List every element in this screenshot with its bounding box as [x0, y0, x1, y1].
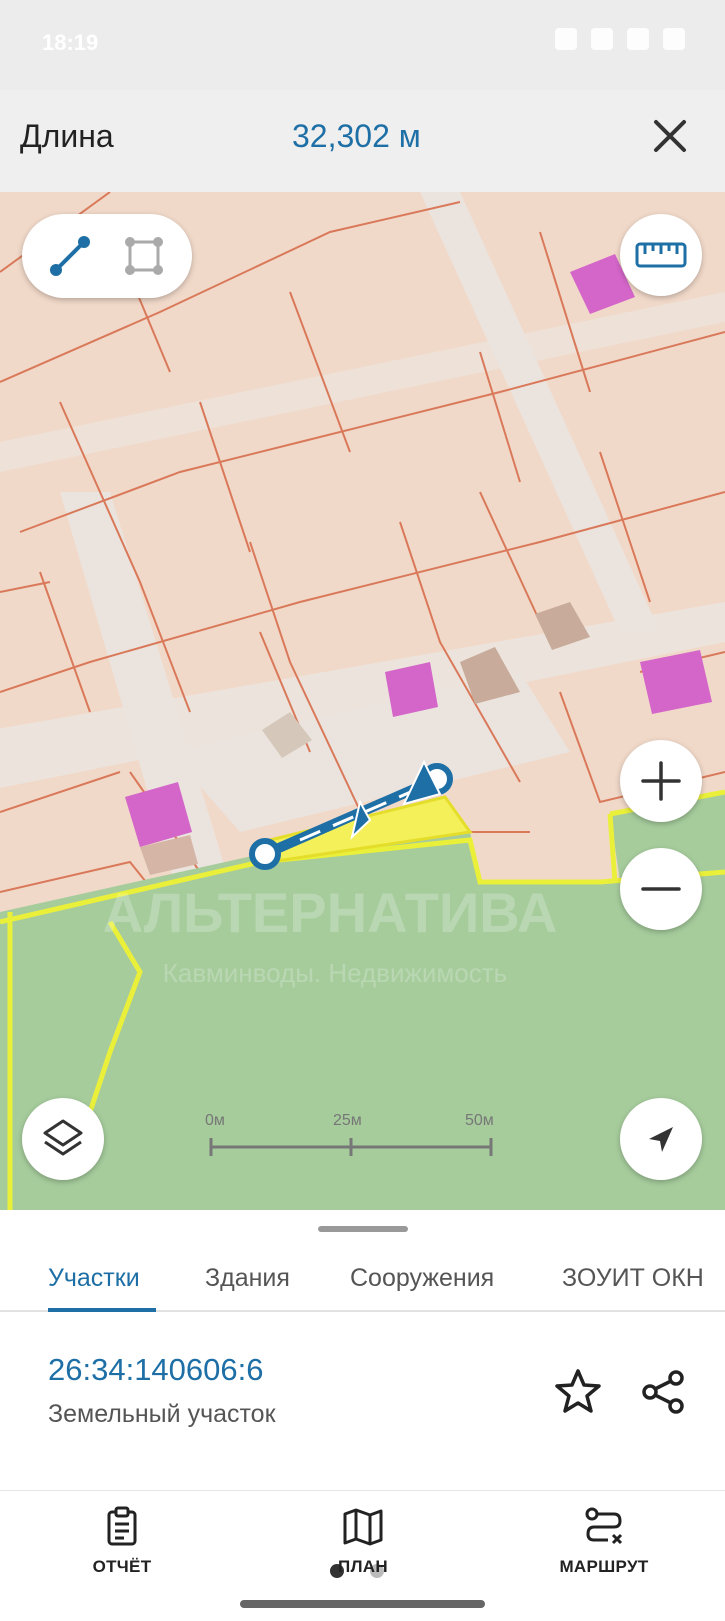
nav-plan[interactable]: ПЛАН: [283, 1505, 443, 1595]
scale-line: [209, 1138, 493, 1156]
sheet-drag-handle[interactable]: [318, 1226, 408, 1232]
alarm-icon: [555, 28, 577, 50]
scale-label-25: 25м: [333, 1112, 362, 1129]
measure-label: Длина: [20, 118, 114, 154]
measure-mode-toggle: [22, 214, 192, 298]
measure-bar: Длина 32,302 м: [0, 90, 725, 192]
signal-icon: [627, 28, 649, 50]
tab-buildings[interactable]: Здания: [205, 1264, 290, 1293]
nav-route-label: МАРШРУТ: [559, 1557, 649, 1576]
map-plan-icon: [343, 1508, 383, 1546]
tab-structures[interactable]: Сооружения: [350, 1264, 494, 1293]
layers-button[interactable]: [22, 1098, 104, 1180]
area-measure-icon: [125, 237, 163, 275]
nav-report[interactable]: ОТЧЁТ: [42, 1505, 202, 1595]
nav-plan-label: ПЛАН: [338, 1557, 388, 1576]
parcel-card[interactable]: 26:34:140606:6 Земельный участок: [0, 1314, 725, 1578]
route-icon: [585, 1507, 623, 1545]
parcel-number[interactable]: 26:34:140606:6: [48, 1352, 264, 1388]
watermark-title: АЛЬТЕРНАТИВА: [103, 881, 558, 944]
plus-icon: [641, 761, 681, 801]
status-icons: [555, 28, 685, 50]
line-mode-button[interactable]: [38, 224, 102, 288]
tab-zouit-okn[interactable]: ЗОУИТ ОКН: [562, 1264, 704, 1293]
navigation-arrow-icon: [649, 1127, 673, 1152]
nav-route[interactable]: МАРШРУТ: [524, 1505, 684, 1595]
status-time: 18:19: [42, 30, 99, 55]
watermark-subtitle: Кавминводы. Недвижимость: [163, 958, 507, 988]
close-button[interactable]: [648, 114, 692, 158]
measure-start-point[interactable]: [249, 838, 281, 870]
map-view[interactable]: АЛЬТЕРНАТИВА Кавминводы. Недвижимость 0м…: [0, 192, 725, 1210]
layers-icon: [43, 1119, 83, 1156]
scale-label-0: 0м: [205, 1112, 225, 1129]
zoom-in-button[interactable]: [620, 740, 702, 822]
star-icon: [555, 1369, 601, 1413]
cadastral-map: АЛЬТЕРНАТИВА Кавминводы. Недвижимость: [0, 192, 725, 1210]
bottom-navigation: ОТЧЁТ ПЛАН МАРШРУТ: [0, 1490, 725, 1600]
my-location-button[interactable]: [620, 1098, 702, 1180]
parcel-type: Земельный участок: [48, 1400, 276, 1428]
tab-parcels[interactable]: Участки: [48, 1264, 140, 1293]
minus-icon: [641, 887, 681, 891]
system-home-indicator[interactable]: [240, 1600, 485, 1608]
object-tabs: Участки Здания Сооружения ЗОУИТ ОКН: [0, 1250, 725, 1312]
report-icon: [107, 1506, 137, 1546]
nav-report-label: ОТЧЁТ: [92, 1557, 152, 1576]
status-bar: 18:19: [0, 0, 725, 90]
scale-label-50: 50м: [465, 1112, 494, 1129]
line-measure-icon: [50, 236, 90, 276]
zoom-out-button[interactable]: [620, 848, 702, 930]
active-tab-indicator: [48, 1308, 156, 1312]
share-button[interactable]: [638, 1366, 690, 1418]
close-icon: [654, 120, 686, 152]
scale-bar: 0м 25м 50м: [205, 1112, 500, 1172]
ruler-icon: [635, 242, 687, 268]
measure-value: 32,302 м: [292, 118, 421, 154]
favorite-button[interactable]: [552, 1366, 604, 1418]
battery-icon: [663, 28, 685, 50]
location-icon: [591, 28, 613, 50]
share-icon: [642, 1370, 684, 1414]
area-mode-button[interactable]: [112, 224, 176, 288]
bottom-sheet: Участки Здания Сооружения ЗОУИТ ОКН 26:3…: [0, 1210, 725, 1621]
ruler-button[interactable]: [620, 214, 702, 296]
